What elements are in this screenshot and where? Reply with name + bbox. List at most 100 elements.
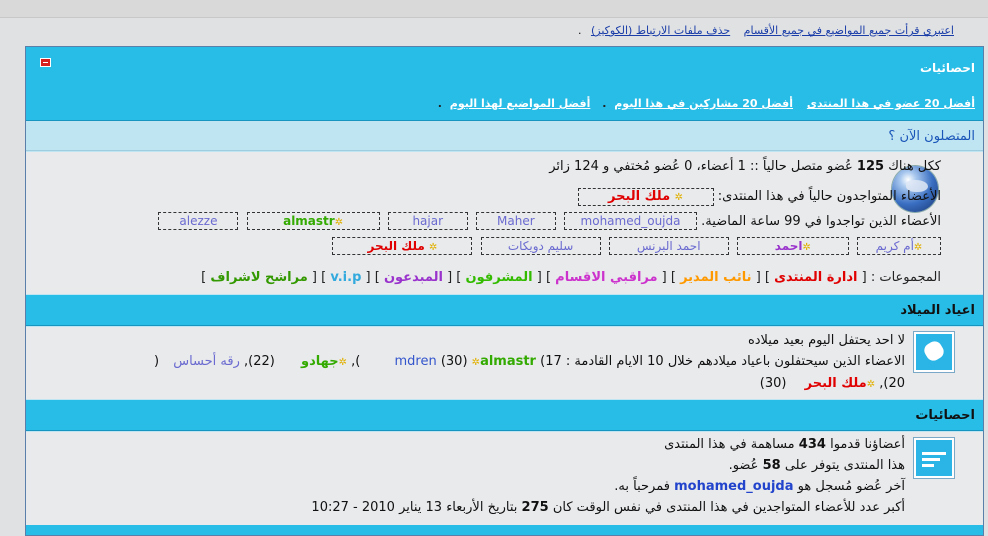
posts-prefix: أعضاؤنا قدموا xyxy=(830,437,905,452)
birthday-upcoming-line: الاعضاء الذين سيحتفلون باعياد ميلادهم خل… xyxy=(154,354,905,369)
record-count: 275 xyxy=(521,500,549,515)
birthday-user[interactable]: رقه أحساس xyxy=(173,354,240,369)
group-moderators[interactable]: مراقبي الاقسام xyxy=(555,270,657,285)
record-prefix: أكبر عدد للأعضاء المتواجدين في هذا المنت… xyxy=(552,500,905,515)
statistics-icon xyxy=(914,438,954,478)
group-supervisors[interactable]: المشرفون xyxy=(465,270,532,285)
past-user-name: أم كريم xyxy=(875,239,914,253)
birthday-upcoming-line-2: 20), ✲ملك البحر (30) xyxy=(760,376,905,391)
star-icon: ✲ xyxy=(674,192,684,203)
past-user-name: احمد xyxy=(774,239,803,253)
past-user-link[interactable]: ✲احمد xyxy=(736,237,849,255)
current-users-line: الأعضاء المتواجدون حالياً في هذا المنتدى… xyxy=(577,188,941,206)
birthday-age: ), xyxy=(351,354,361,369)
past-user-link[interactable]: alezze xyxy=(158,212,239,230)
birthdays-header: اعياد الميلاد xyxy=(26,295,983,326)
stats2-header: احصائيات xyxy=(26,400,983,431)
stats-frame: احصائيات أفضل 20 عضو في هذا المنتدى أفضل… xyxy=(25,46,984,536)
tab-top-posters[interactable]: أفضل 20 عضو في هذا المنتدى xyxy=(807,97,975,110)
group-deputy[interactable]: نائب المدير xyxy=(680,270,751,285)
online-body: ككل هناك 125 عُضو متصل حالياً :: 1 أعضاء… xyxy=(26,152,983,294)
birthday-age: 20), xyxy=(879,376,905,391)
newest-suffix: فمرحباً به. xyxy=(614,479,670,494)
groups-label: المجموعات : xyxy=(870,270,941,285)
birthdays-title: اعياد الميلاد xyxy=(900,303,975,318)
past-user-link[interactable]: سليم دويكات xyxy=(480,237,601,255)
top-links: اعتبري قرأت جميع المواضيع في جميع الأقسا… xyxy=(572,24,954,37)
past-user-link[interactable]: mohamed_oujda xyxy=(564,212,698,230)
birthday-age: ( xyxy=(153,354,160,369)
current-users-label: الأعضاء المتواجدون حالياً في هذا المنتدى… xyxy=(717,189,941,204)
star-icon: ✲ xyxy=(802,242,811,253)
birthday-user[interactable]: ملك البحر xyxy=(805,376,867,391)
birthday-user[interactable]: جهادو xyxy=(301,354,339,369)
summary-suffix: عُضو متصل حالياً :: 1 أعضاء، 0 عُضو مُخت… xyxy=(549,159,853,174)
past-users-line: الأعضاء الذين تواجدوا في 99 ساعة الماضية… xyxy=(158,212,941,230)
collapse-icon[interactable] xyxy=(40,58,51,67)
group-candidates[interactable]: مراشح لاشراف xyxy=(210,270,307,285)
members-prefix: هذا المنتدى يتوفر على xyxy=(784,458,905,473)
birthday-age: (30) xyxy=(759,376,787,391)
star-icon: ✲ xyxy=(866,379,876,390)
stats-tabs-bar: أفضل 20 عضو في هذا المنتدى أفضل 20 مشارك… xyxy=(26,87,983,121)
birthday-age: (22), xyxy=(244,354,275,369)
posts-count: 434 xyxy=(798,437,826,452)
current-user-name: ملك البحر xyxy=(608,189,671,204)
birthday-user[interactable]: almastr xyxy=(480,354,536,369)
birthday-age: (30) xyxy=(440,354,468,369)
stats-tabs: أفضل 20 عضو في هذا المنتدى أفضل 20 مشارك… xyxy=(434,97,975,110)
past-user-name: ملك البحر xyxy=(367,239,425,253)
newest-member-link[interactable]: mohamed_oujda xyxy=(674,479,793,494)
top-links-dot: . xyxy=(577,24,582,37)
current-user-link[interactable]: ✲ ملك البحر xyxy=(577,188,714,206)
window-top-strip xyxy=(0,0,988,18)
upcoming-prefix: الاعضاء الذين سيحتفلون باعياد ميلادهم خل… xyxy=(540,354,905,369)
tab-sep: . xyxy=(437,97,442,110)
stats-header-bar: احصائيات xyxy=(26,47,983,87)
delete-cookies-link[interactable]: حذف ملفات الارتباط (الكوكيز) xyxy=(591,24,730,37)
past-users-label: الأعضاء الذين تواجدوا في 99 ساعة الماضية… xyxy=(701,214,941,229)
star-icon: ✲ xyxy=(913,242,923,253)
birthday-today: لا احد يحتفل اليوم بعيد ميلاده xyxy=(747,333,905,348)
groups-line: المجموعات : [ ادارة المنتدى ] [ نائب الم… xyxy=(201,270,941,285)
online-title: المتصلون الآن ؟ xyxy=(888,129,975,144)
tab-sep: . xyxy=(602,97,607,110)
bottom-bar xyxy=(26,525,983,535)
group-admin[interactable]: ادارة المنتدى xyxy=(774,270,857,285)
past-user-link[interactable]: ✲ ملك البحر xyxy=(332,237,473,255)
online-header: المتصلون الآن ؟ xyxy=(26,122,983,151)
star-icon: ✲ xyxy=(334,217,344,228)
star-icon: ✲ xyxy=(338,357,347,368)
group-creative[interactable]: المبدعون xyxy=(384,270,443,285)
stats2-title: احصائيات xyxy=(915,408,975,423)
stats-members-line: هذا المنتدى يتوفر على 58 عُضو. xyxy=(729,458,905,473)
birthday-user[interactable]: mdren xyxy=(394,354,436,369)
tab-top-today[interactable]: أفضل 20 مشاركين في هذا اليوم xyxy=(614,97,793,110)
past-user-link[interactable]: ✲أم كريم xyxy=(857,237,941,255)
members-count: 58 xyxy=(762,458,781,473)
birthday-cake-icon xyxy=(914,332,954,372)
past-user-link[interactable]: hajar xyxy=(387,212,468,230)
record-suffix: بتاريخ الأربعاء 13 يناير 2010 - 10:27 xyxy=(311,500,518,515)
newest-prefix: آخر عُضو مُسجل هو xyxy=(797,479,905,494)
group-vip[interactable]: v.i.p xyxy=(330,270,361,285)
summary-prefix: ككل هناك xyxy=(888,159,941,174)
summary-count: 125 xyxy=(856,159,885,174)
past-user-link[interactable]: احمد البرنس xyxy=(608,237,729,255)
past-user-name: almastr xyxy=(283,214,335,228)
birthdays-body: لا احد يحتفل اليوم بعيد ميلاده الاعضاء ا… xyxy=(26,327,983,399)
star-icon: ✲ xyxy=(428,242,438,253)
stats2-body: أعضاؤنا قدموا 434 مساهمة في هذا المنتدى … xyxy=(26,432,983,525)
past-users-line-2: ✲أم كريم ✲احمد احمد البرنس سليم دويكات ✲… xyxy=(332,237,941,255)
online-summary: ككل هناك 125 عُضو متصل حالياً :: 1 أعضاء… xyxy=(549,159,941,174)
members-suffix: عُضو. xyxy=(728,458,759,473)
past-user-link[interactable]: Maher xyxy=(475,212,556,230)
posts-suffix: مساهمة في هذا المنتدى xyxy=(664,437,795,452)
star-icon: ✲ xyxy=(471,357,481,368)
tab-top-topics[interactable]: أفضل المواضيع لهذا اليوم xyxy=(450,97,591,110)
stats-record-line: أكبر عدد للأعضاء المتواجدين في هذا المنت… xyxy=(311,500,905,515)
mark-all-read-link[interactable]: اعتبري قرأت جميع المواضيع في جميع الأقسا… xyxy=(744,24,954,37)
stats-posts-line: أعضاؤنا قدموا 434 مساهمة في هذا المنتدى xyxy=(664,437,905,452)
stats-newest-line: آخر عُضو مُسجل هو mohamed_oujda فمرحباً … xyxy=(614,479,905,494)
past-user-link[interactable]: ✲almastr xyxy=(246,212,380,230)
